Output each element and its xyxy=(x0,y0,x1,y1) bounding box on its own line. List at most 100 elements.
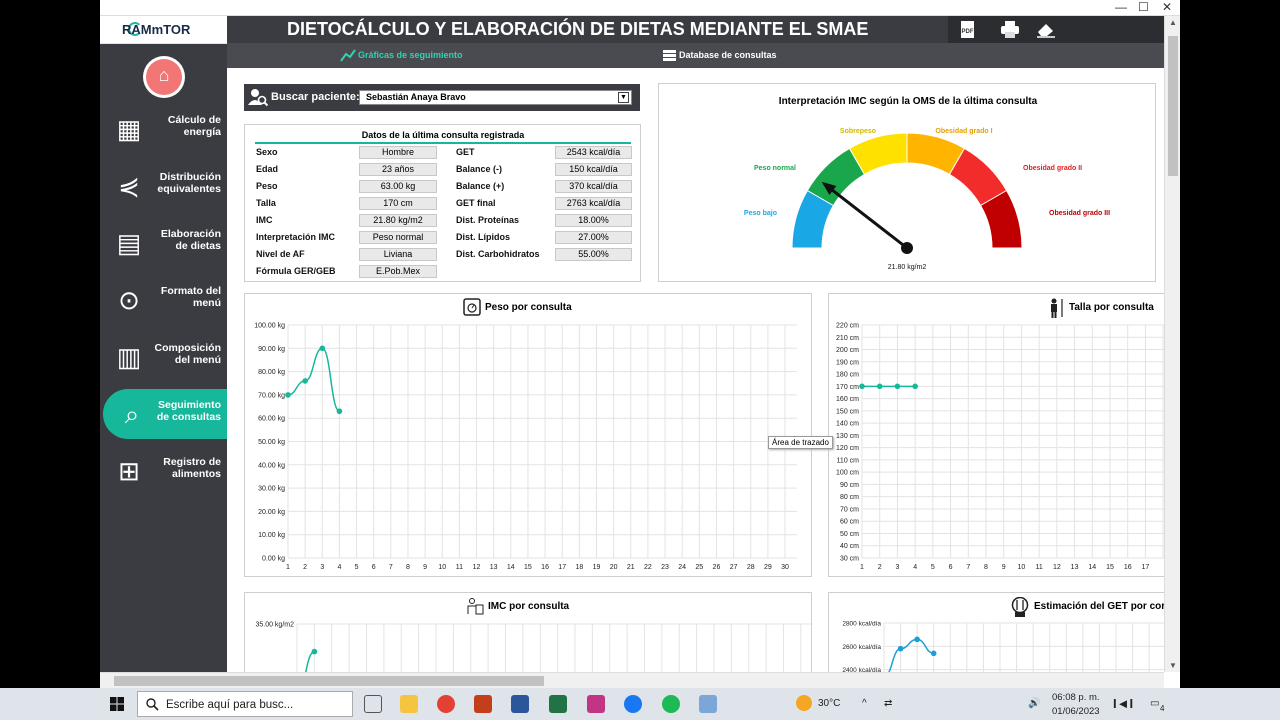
weather-temp[interactable]: 30°C xyxy=(818,698,840,709)
get-chart[interactable]: 2200 kcal/día2400 kcal/día2600 kcal/día2… xyxy=(829,593,1164,672)
y-tick-label: 130 cm xyxy=(836,433,859,440)
scroll-up-icon[interactable]: ▲ xyxy=(1165,18,1180,27)
database-icon xyxy=(663,50,676,61)
y-tick-label: 40.00 kg xyxy=(258,462,285,469)
x-tick-label: 17 xyxy=(558,564,566,571)
home-button[interactable]: ⌂ xyxy=(143,56,185,98)
minimize-icon[interactable]: — xyxy=(1115,0,1127,14)
data-point[interactable] xyxy=(859,383,865,390)
task-view-icon[interactable] xyxy=(364,695,382,713)
x-tick-label: 14 xyxy=(1088,564,1096,571)
datos-value: 23 años xyxy=(359,163,437,176)
close-icon[interactable]: ✕ xyxy=(1162,0,1172,14)
datos-value: 2543 kcal/día xyxy=(555,146,632,159)
sidebar-item-label: Cálculo de energía xyxy=(167,114,221,138)
data-point[interactable] xyxy=(319,345,326,352)
data-point[interactable] xyxy=(897,645,904,652)
spotify-icon[interactable] xyxy=(662,695,680,713)
file-explorer-icon[interactable] xyxy=(400,695,418,713)
scroll-down-icon[interactable]: ▼ xyxy=(1165,661,1180,670)
app-header: DIETOCÁLCULO Y ELABORACIÓN DE DIETAS MED… xyxy=(227,16,1180,43)
paint-icon[interactable] xyxy=(699,695,717,713)
horizontal-scrollbar[interactable] xyxy=(100,672,1164,688)
data-point[interactable] xyxy=(302,378,308,384)
excel-icon[interactable] xyxy=(549,695,567,713)
x-tick-label: 1 xyxy=(286,564,290,571)
peso-chart-panel: Peso por consulta 0.00 kg 10.00 kg 20.00 k… xyxy=(244,293,812,577)
imc-gauge-panel: Interpretación IMC según la OMS de la úl… xyxy=(658,83,1156,282)
tab-database[interactable]: Database de consultas xyxy=(679,50,777,60)
sidebar-item-label: Registro de alimentos xyxy=(163,456,221,480)
printer-icon[interactable] xyxy=(1000,21,1020,38)
vertical-scroll-thumb[interactable] xyxy=(1168,36,1178,176)
x-tick-label: 21 xyxy=(627,564,635,571)
datos-label: Sexo xyxy=(256,147,278,157)
x-tick-label: 6 xyxy=(372,564,376,571)
patient-select[interactable]: Sebastián Anaya Bravo ▼ xyxy=(359,90,632,105)
sidebar-item-3[interactable]: ⊙ Formato del menú xyxy=(100,275,227,325)
trend-icon xyxy=(340,49,356,62)
get-chart-panel: Estimación del GET por cor 2200 kcal/día… xyxy=(828,592,1164,672)
x-tick-label: 1 xyxy=(860,564,864,571)
tab-graficas[interactable]: Gráficas de seguimiento xyxy=(358,50,463,60)
gauge-segment-label: Obesidad grado I xyxy=(935,128,992,135)
eraser-icon[interactable] xyxy=(1036,21,1056,38)
chrome-icon[interactable] xyxy=(437,695,455,713)
taskbar-search[interactable]: Escribe aquí para busc... xyxy=(137,691,353,717)
page-title: DIETOCÁLCULO Y ELABORACIÓN DE DIETAS MED… xyxy=(287,19,869,39)
sidebar-item-0[interactable]: ▦ Cálculo de energía xyxy=(100,104,227,154)
notifications-icon[interactable]: ▭ xyxy=(1150,698,1159,709)
datos-label: GET xyxy=(456,147,475,157)
horizontal-scroll-thumb[interactable] xyxy=(114,676,544,686)
sidebar-item-5[interactable]: ⌕ Seguimiento de consultas xyxy=(103,389,227,439)
x-tick-label: 11 xyxy=(1036,564,1043,571)
word-icon[interactable] xyxy=(511,695,529,713)
x-tick-label: 24 xyxy=(678,564,686,571)
datos-label: Edad xyxy=(256,164,279,174)
x-tick-label: 30 xyxy=(781,564,789,571)
y-tick-label: 80.00 kg xyxy=(258,369,285,376)
y-tick-label: 30.00 kg xyxy=(258,486,285,493)
y-tick-label: 60 cm xyxy=(840,519,859,526)
network-icon[interactable]: ⇄ xyxy=(884,698,892,709)
app-tray-icon[interactable]: I◄I xyxy=(1113,696,1133,711)
x-tick-label: 16 xyxy=(541,564,549,571)
data-point[interactable] xyxy=(336,408,343,415)
instagram-icon[interactable] xyxy=(587,695,605,713)
vertical-scrollbar[interactable]: ▲ ▼ xyxy=(1164,16,1180,672)
data-point[interactable] xyxy=(930,650,937,657)
header-toolbar: PDF xyxy=(948,16,1180,43)
imc-chart[interactable]: 30.00 kg/m235.00 kg/m2 xyxy=(245,593,813,672)
datos-value: 27.00% xyxy=(555,231,632,244)
datos-label: Balance (+) xyxy=(456,181,505,191)
powerpoint-icon[interactable] xyxy=(474,695,492,713)
y-tick-label: 20.00 kg xyxy=(258,509,285,516)
maximize-icon[interactable]: ☐ xyxy=(1138,0,1149,14)
data-point[interactable] xyxy=(914,636,920,643)
sidebar-item-1[interactable]: ⋞ Distribución equivalentes xyxy=(100,161,227,211)
volume-icon[interactable]: 🔊 xyxy=(1028,698,1040,709)
x-tick-label: 14 xyxy=(507,564,515,571)
data-point[interactable] xyxy=(311,648,318,655)
clock-time[interactable]: 06:08 p. m. xyxy=(1052,692,1100,703)
sidebar-item-4[interactable]: ▥ Composición del menú xyxy=(100,332,227,382)
sidebar-item-6[interactable]: ⊞ Registro de alimentos xyxy=(100,446,227,496)
gauge-segment-label: Peso bajo xyxy=(744,210,777,217)
data-point[interactable] xyxy=(285,392,291,398)
clock-date[interactable]: 01/06/2023 xyxy=(1052,706,1100,717)
windows-start-icon[interactable] xyxy=(110,697,124,711)
data-point[interactable] xyxy=(912,383,918,390)
chevron-down-icon[interactable]: ▼ xyxy=(618,92,629,103)
facebook-icon[interactable] xyxy=(624,695,642,713)
x-tick-label: 12 xyxy=(1053,564,1061,571)
x-tick-label: 23 xyxy=(661,564,669,571)
talla-chart[interactable]: 30 cm 40 cm 50 cm 60 cm 70 cm 80 cm 90 cm 100 c… xyxy=(829,294,1164,578)
peso-chart[interactable]: 0.00 kg 10.00 kg 20.00 kg 30.00 kg 40.00 kg 5… xyxy=(245,294,813,578)
y-tick-label: 110 cm xyxy=(837,457,860,464)
pdf-icon[interactable]: PDF xyxy=(958,21,978,38)
tray-chevron-icon[interactable]: ^ xyxy=(862,698,867,709)
sidebar-item-2[interactable]: ▤ Elaboración de dietas xyxy=(100,218,227,268)
data-point[interactable] xyxy=(894,383,901,390)
data-point[interactable] xyxy=(876,383,883,390)
x-tick-label: 18 xyxy=(575,564,583,571)
